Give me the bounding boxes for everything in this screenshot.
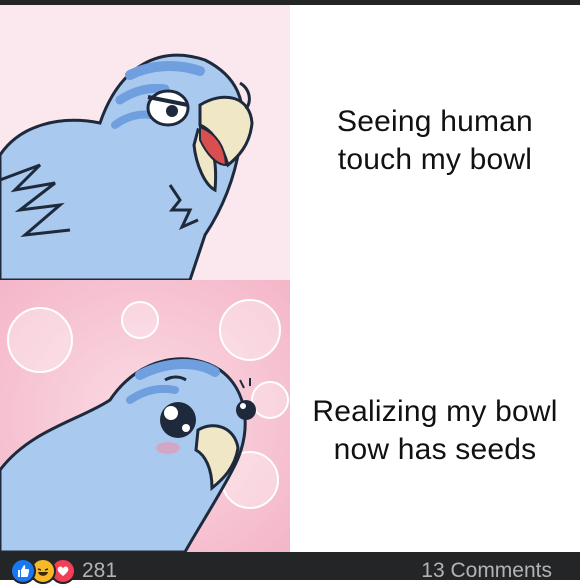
reaction-count: 281: [82, 559, 118, 582]
reactions-summary[interactable]: 281: [10, 558, 117, 584]
top-caption-line-1: Seeing human: [337, 105, 533, 138]
like-icon: [10, 558, 36, 584]
bottom-caption: Realizing my bowl now has seeds: [290, 393, 580, 469]
happy-parakeet-panel: [0, 280, 290, 552]
angry-parakeet-panel: [0, 5, 290, 280]
top-caption: Seeing human touch my bowl: [290, 103, 580, 179]
angry-parakeet-illustration: [0, 5, 290, 280]
post-footer: 281 13 Comments: [0, 552, 580, 584]
bottom-caption-line-1: Realizing my bowl: [312, 395, 558, 428]
happy-parakeet-illustration: [0, 280, 290, 552]
top-caption-line-2: touch my bowl: [337, 143, 533, 176]
bottom-caption-line-2: now has seeds: [333, 433, 537, 466]
comments-link[interactable]: 13 Comments: [421, 558, 552, 584]
meme-image: Seeing human touch my bowl Realizing my …: [0, 5, 580, 552]
